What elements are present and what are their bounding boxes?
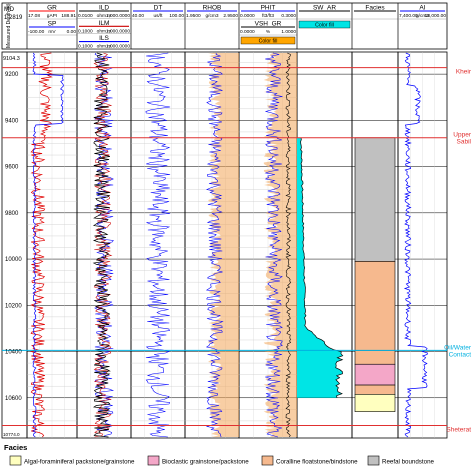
depth-tick-label: 9400	[5, 118, 19, 124]
scale-unit: mV	[48, 29, 56, 35]
depth-tick-label: 10000	[5, 257, 22, 263]
formation-top-label: Sheterat	[446, 427, 471, 434]
scale-min: 0.0000	[240, 13, 255, 19]
depth-bottom-label: 10774.0	[3, 432, 20, 437]
legend-label: Algal-foraminiferal packstone/grainstone	[24, 459, 135, 466]
depth-tick-label: 9800	[5, 211, 19, 217]
facies-interval	[354, 394, 396, 412]
scale-max: 188.91	[61, 13, 76, 19]
legend-label: Bioclastic grainstone/packstone	[162, 459, 249, 466]
well-log-figure: MD1:2819Measured Depth (ft) GR17.08 gAPI 18…	[1, 2, 472, 466]
scale-max: 1,000.0000	[106, 44, 130, 50]
scale-max: 1.0000	[281, 29, 296, 35]
scale-unit: g/cm3	[205, 13, 218, 19]
ai-curve	[403, 52, 428, 438]
scale-min: 1.9500	[186, 13, 201, 19]
scale-max: 18,000.00	[425, 13, 447, 19]
facies-interval	[354, 363, 396, 386]
fill-label: Color fill	[259, 39, 278, 45]
depth-tick-label: 9600	[5, 165, 19, 171]
legend-swatch	[147, 455, 160, 466]
sp-curve	[32, 52, 64, 438]
legend-label: Coralline floatstone/bindstone	[276, 459, 358, 466]
legend-swatch	[367, 455, 380, 466]
rhob-fill	[208, 53, 239, 437]
facies-legend: Facies Algal-foraminiferal packstone/grai…	[4, 443, 435, 466]
depth-tick-label: 9200	[5, 72, 19, 78]
scale-min: 40.00	[132, 13, 144, 19]
scale-unit: us/ft	[153, 13, 163, 19]
facies-interval	[354, 384, 396, 395]
scale-unit: ft3/ft3	[262, 13, 274, 19]
facies-interval	[354, 350, 396, 365]
scale-min: -100.00	[28, 29, 45, 35]
formation-top-label: Kheir	[456, 69, 472, 76]
scale-min: 17.08	[28, 13, 40, 19]
legend-title: Facies	[4, 443, 27, 452]
scale-max: 2.9500	[223, 13, 238, 19]
depth-tick-label: 10600	[5, 396, 22, 402]
formation-top-label: Contact	[449, 351, 472, 358]
formation-top-label: Upper	[453, 132, 472, 139]
depth-axis: 9200 9400 9600 9800 10000 10200 10400 10600 9104…	[3, 56, 22, 437]
scale-min: 0.1000	[78, 44, 93, 50]
legend-swatch	[261, 455, 274, 466]
legend-swatch	[9, 455, 22, 466]
formation-top-label: Oil/Water	[444, 344, 472, 351]
scale-min: 0.0000	[240, 29, 255, 35]
log-fills	[208, 53, 396, 437]
sw-fill	[297, 137, 343, 398]
scale-unit: %	[266, 29, 271, 35]
scale-unit: gAPI	[47, 13, 57, 19]
depth-top-label: 9104.3	[3, 56, 20, 62]
scale-max: 100.00	[169, 13, 184, 19]
facies-interval	[354, 137, 396, 262]
formation-top-label: Sabil	[457, 139, 472, 146]
legend-label: Reefal boundstone	[382, 459, 435, 466]
gr-curve	[29, 52, 54, 438]
depth-axis-label: Measured Depth (ft)	[6, 3, 12, 48]
track-frame	[1, 51, 28, 439]
scale-max: 0.00	[67, 29, 77, 35]
scale-max: 0.3000	[281, 13, 296, 19]
log-header: MD1:2819Measured Depth (ft) GR17.08 gAPI 18…	[1, 2, 448, 50]
fill-label: Color fill	[315, 23, 334, 29]
depth-tick-label: 10200	[5, 303, 22, 309]
facies-interval	[354, 261, 396, 351]
depth-tick-label: 10400	[5, 350, 22, 356]
